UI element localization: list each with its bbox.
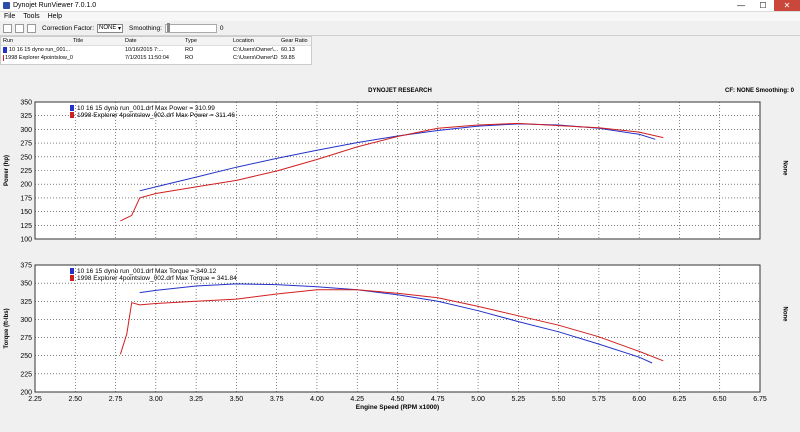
x-tick-label: 3.75 <box>270 396 284 403</box>
chart-header-title: DYNOJET RESEARCH <box>0 88 800 94</box>
settings-icon[interactable] <box>27 24 36 33</box>
y-tick-label: 300 <box>20 317 32 324</box>
legend-entry: 10 16 15 dyno run_001.drf Max Torque = 3… <box>77 268 217 275</box>
x-tick-label: 2.50 <box>68 396 82 403</box>
run-name: 10 16 15 dyno run_001... <box>9 47 70 53</box>
maximize-button[interactable]: ☐ <box>752 0 774 11</box>
table-row[interactable]: 10 16 15 dyno run_001... 10/16/2015 7:..… <box>1 46 311 54</box>
close-button[interactable]: ✕ <box>774 0 800 11</box>
y-tick-label: 100 <box>20 237 32 244</box>
window-title: Dynojet RunViewer 7.0.1.0 <box>13 2 730 9</box>
y-tick-label: 275 <box>20 141 32 148</box>
x-tick-label: 6.25 <box>673 396 687 403</box>
y-tick-label: 350 <box>20 281 32 288</box>
y-axis-label: Torque (ft-lbs) <box>4 308 10 348</box>
print-icon[interactable] <box>15 24 24 33</box>
run-color-swatch <box>3 47 7 53</box>
x-tick-label: 4.50 <box>391 396 405 403</box>
col-location[interactable]: Location <box>233 38 281 44</box>
y-tick-label: 200 <box>20 182 32 189</box>
col-date[interactable]: Date <box>125 38 185 44</box>
title-bar: Dynojet RunViewer 7.0.1.0 — ☐ ✕ <box>0 0 800 12</box>
chevron-down-icon: ▾ <box>118 25 121 32</box>
chart-area: DYNOJET RESEARCH CF: NONE Smoothing: 0 N… <box>0 85 800 430</box>
menu-bar: File Tools Help <box>0 12 800 21</box>
y-tick-label: 175 <box>20 195 32 202</box>
app-icon <box>3 2 10 9</box>
type-cell: RO <box>185 55 233 61</box>
dyno-chart: 100 125 150 175 200 225 250 275 300 325 350 Power (… <box>0 85 800 430</box>
location-cell: C:\Users\Owner\D <box>233 55 281 61</box>
toolbar: Correction Factor: NONE ▾ Smoothing: 0 <box>0 21 800 36</box>
x-tick-label: 5.25 <box>512 396 526 403</box>
legend-swatch <box>70 268 74 274</box>
menu-help[interactable]: Help <box>48 13 62 20</box>
runs-table: Run Title Date Type Location Gear Ratio … <box>0 36 312 65</box>
type-cell: RO <box>185 47 233 53</box>
runs-table-header: Run Title Date Type Location Gear Ratio <box>1 37 311 46</box>
x-tick-label: 4.25 <box>350 396 364 403</box>
gear-ratio-cell: 60.13 <box>281 47 311 53</box>
x-tick-label: 4.00 <box>310 396 324 403</box>
col-run[interactable]: Run <box>1 38 73 44</box>
menu-file[interactable]: File <box>4 13 15 20</box>
location-cell: C:\Users\Owner\... <box>233 47 281 53</box>
chart-header-right: CF: NONE Smoothing: 0 <box>725 88 794 94</box>
y-tick-label: 325 <box>20 299 32 306</box>
y-tick-label: 275 <box>20 335 32 342</box>
x-tick-label: 2.25 <box>28 396 42 403</box>
x-tick-label: 4.75 <box>431 396 445 403</box>
correction-factor-value: NONE <box>99 25 116 31</box>
x-tick-label: 5.50 <box>552 396 566 403</box>
y-tick-label: 225 <box>20 371 32 378</box>
x-axis-label: Engine Speed (RPM x1000) <box>356 404 439 411</box>
legend-entry: 10 16 15 dyno run_001.drf Max Power = 31… <box>77 105 215 112</box>
power-right-unit: None <box>782 161 788 176</box>
minimize-button[interactable]: — <box>730 0 752 11</box>
run-name: 1998 Explorer 4pointslow_0 <box>5 55 73 61</box>
smoothing-value: 0 <box>220 25 224 32</box>
legend-entry: 1998 Explorer 4pointslow_002.drf Max Tor… <box>77 275 237 282</box>
legend-entry: 1998 Explorer 4pointslow_002.drf Max Pow… <box>77 112 235 119</box>
menu-tools[interactable]: Tools <box>23 13 39 20</box>
gear-ratio-cell: 59.85 <box>281 55 311 61</box>
legend-swatch <box>70 105 74 111</box>
col-gear-ratio[interactable]: Gear Ratio <box>281 38 311 44</box>
col-type[interactable]: Type <box>185 38 233 44</box>
x-tick-label: 2.75 <box>109 396 123 403</box>
y-tick-label: 325 <box>20 113 32 120</box>
y-tick-label: 225 <box>20 168 32 175</box>
open-file-icon[interactable] <box>3 24 12 33</box>
x-tick-label: 3.00 <box>149 396 163 403</box>
y-tick-label: 350 <box>20 100 32 107</box>
smoothing-label: Smoothing: <box>129 25 162 32</box>
correction-factor-select[interactable]: NONE ▾ <box>97 24 123 33</box>
x-tick-label: 5.75 <box>592 396 606 403</box>
date-cell: 7/1/2015 11:50:04 <box>125 55 185 61</box>
y-tick-label: 250 <box>20 353 32 360</box>
run-cell: 10 16 15 dyno run_001... <box>1 47 73 53</box>
x-tick-label: 3.50 <box>230 396 244 403</box>
y-axis-label: Power (hp) <box>4 155 10 186</box>
y-tick-label: 125 <box>20 223 32 230</box>
legend-swatch <box>70 112 74 118</box>
x-tick-label: 6.75 <box>753 396 767 403</box>
torque-right-unit: None <box>782 307 788 322</box>
col-title[interactable]: Title <box>73 38 125 44</box>
x-tick-label: 6.00 <box>632 396 646 403</box>
run-cell: 1998 Explorer 4pointslow_0 <box>1 55 73 61</box>
smoothing-slider[interactable] <box>165 24 217 33</box>
x-tick-label: 6.50 <box>713 396 727 403</box>
x-tick-label: 5.00 <box>471 396 485 403</box>
y-tick-label: 250 <box>20 154 32 161</box>
date-cell: 10/16/2015 7:... <box>125 47 185 53</box>
x-tick-label: 3.25 <box>189 396 203 403</box>
smoothing-slider-thumb[interactable] <box>167 23 170 32</box>
y-tick-label: 300 <box>20 127 32 134</box>
table-row[interactable]: 1998 Explorer 4pointslow_0 7/1/2015 11:5… <box>1 54 311 62</box>
y-tick-label: 375 <box>20 263 32 270</box>
y-tick-label: 150 <box>20 209 32 216</box>
legend-swatch <box>70 275 74 281</box>
correction-factor-label: Correction Factor: <box>42 25 94 32</box>
